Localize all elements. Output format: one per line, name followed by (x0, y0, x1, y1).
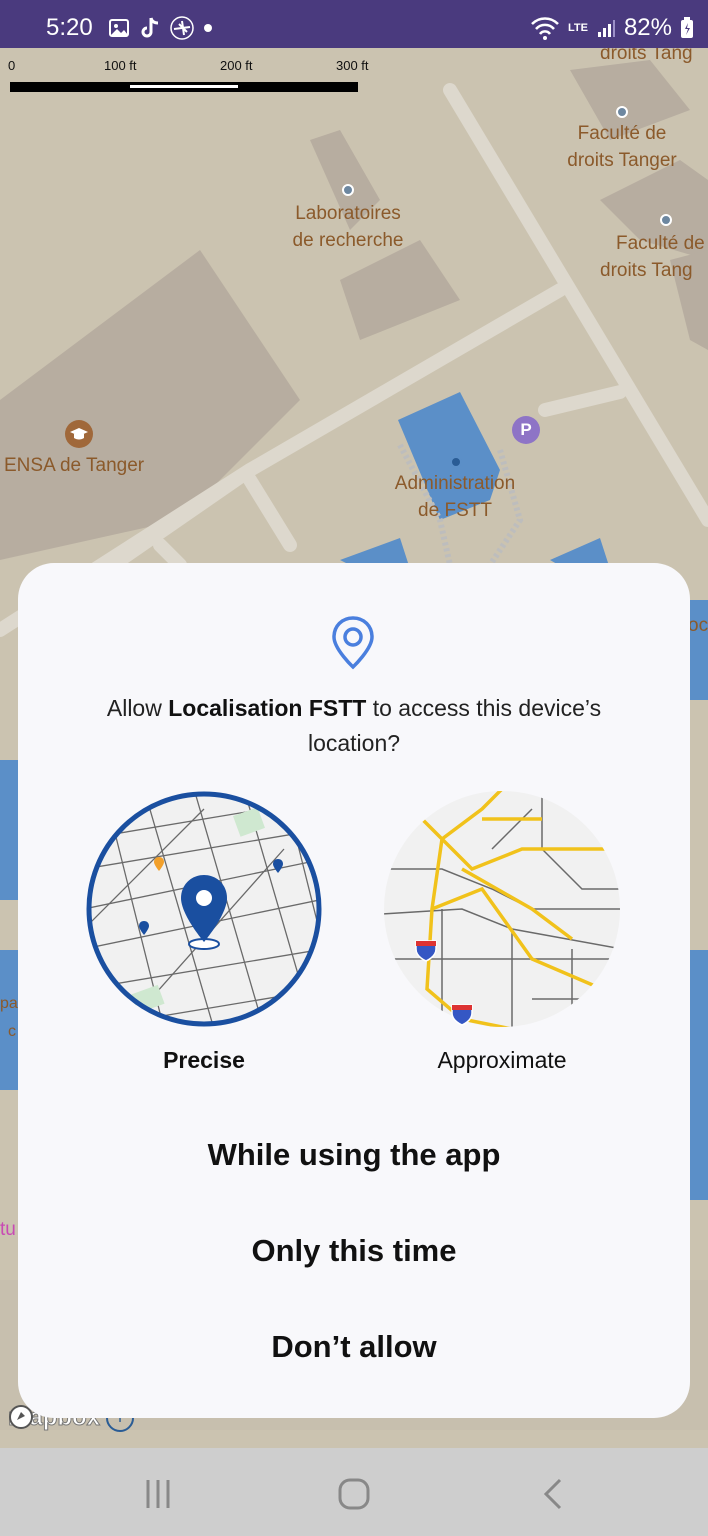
label-partial-left-3: tu (0, 1219, 16, 1240)
precise-map-icon (86, 791, 322, 1027)
label-partial-right: oc (688, 615, 708, 636)
precise-option[interactable] (84, 789, 324, 1029)
building-blue-7 (690, 950, 708, 1200)
battery-icon (681, 17, 693, 38)
precise-label[interactable]: Precise (84, 1047, 324, 1074)
label-faculte-2[interactable]: Faculté de droits Tang (600, 230, 708, 284)
dont-allow-button[interactable]: Don’t allow (18, 1329, 690, 1365)
network-type-label: LTE (567, 21, 588, 34)
back-icon[interactable] (534, 1474, 574, 1514)
building-lab-2 (340, 240, 460, 340)
wifi-icon (531, 17, 559, 40)
label-partial-left-2: c (8, 1023, 16, 1040)
label-line: de recherche (292, 230, 404, 251)
approximate-map-icon (384, 791, 620, 1027)
dot-icon (204, 24, 212, 32)
while-using-app-button[interactable]: While using the app (18, 1137, 690, 1173)
message-prefix: Allow (106, 695, 169, 721)
parking-icon[interactable]: P (512, 416, 540, 444)
label-faculte-partial[interactable]: droits Tang (600, 48, 693, 67)
location-permission-dialog: Allow Localisation FSTT to access this d… (18, 563, 690, 1418)
building-ensa (0, 250, 300, 560)
notification-icons (108, 14, 213, 42)
road-4 (243, 473, 297, 552)
poi-marker[interactable] (450, 456, 462, 468)
home-icon[interactable] (334, 1474, 374, 1514)
label-administration[interactable]: Administration de FSTT (384, 470, 526, 524)
status-right-icons: LTE 82% (530, 14, 694, 42)
scale-label-200: 200 ft (220, 58, 253, 73)
scale-line (10, 82, 358, 92)
graduation-cap-icon (70, 428, 88, 440)
gallery-icon (109, 19, 129, 37)
location-pin-icon (332, 616, 374, 670)
navigation-bar (0, 1448, 708, 1536)
road-5 (153, 538, 187, 572)
label-line: Administration (394, 473, 516, 494)
approximate-label[interactable]: Approximate (382, 1047, 622, 1074)
scale-label-300: 300 ft (336, 58, 369, 73)
label-line: Faculté de (577, 123, 667, 144)
signal-icon (597, 20, 615, 37)
label-line: droits Tanger (567, 150, 677, 171)
school-icon[interactable] (65, 420, 93, 448)
battery-level: 82% (623, 14, 672, 41)
status-bar: 5:20 LTE 82% (0, 0, 708, 48)
app-name: Localisation FSTT (168, 695, 367, 721)
building-blue-4 (0, 760, 20, 900)
status-time: 5:20 (46, 14, 93, 41)
airplane-icon (170, 16, 194, 40)
scale-label-0: 0 (8, 58, 16, 73)
label-line: Faculté de (616, 233, 705, 254)
label-faculte-1[interactable]: Faculté de droits Tanger (552, 120, 692, 174)
tiktok-icon (141, 17, 159, 38)
label-line: Laboratoires (295, 203, 401, 224)
label-partial-left-1: pa (0, 995, 18, 1012)
scale-label-100: 100 ft (104, 58, 137, 73)
poi-marker[interactable] (616, 106, 628, 118)
road-6 (538, 385, 627, 417)
poi-marker[interactable] (660, 214, 672, 226)
recent-apps-icon[interactable] (138, 1474, 178, 1514)
poi-marker[interactable] (342, 184, 354, 196)
label-line: droits Tang (600, 260, 693, 281)
scale-bar: 0 100 ft 200 ft 300 ft (0, 56, 380, 96)
label-laboratoires[interactable]: Laboratoires de recherche (278, 200, 418, 254)
label-line: de FSTT (418, 500, 492, 521)
approximate-option[interactable] (382, 789, 622, 1029)
label-ensa[interactable]: ENSA de Tanger (4, 452, 144, 479)
dialog-message: Allow Localisation FSTT to access this d… (58, 691, 650, 761)
only-this-time-button[interactable]: Only this time (18, 1233, 690, 1269)
